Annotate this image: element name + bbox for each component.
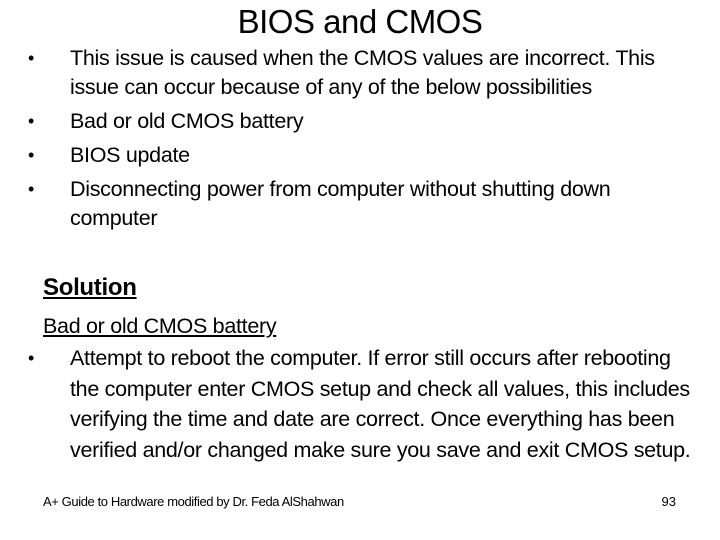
solution-heading: Solution <box>43 274 137 301</box>
page-number: 93 <box>661 494 676 509</box>
solution-subheading: Bad or old CMOS battery <box>43 314 277 338</box>
bullet-item: • Bad or old CMOS battery <box>24 107 684 136</box>
bullet-text: BIOS update <box>70 143 190 167</box>
bullet-item: • Disconnecting power from computer with… <box>24 175 684 233</box>
bullet-item: • BIOS update <box>24 141 684 170</box>
bullet-text: Disconnecting power from computer withou… <box>70 177 611 230</box>
bullet-item: • Attempt to reboot the computer. If err… <box>24 343 694 465</box>
solution-bullet-list: • Attempt to reboot the computer. If err… <box>24 343 694 465</box>
slide-footer: A+ Guide to Hardware modified by Dr. Fed… <box>43 494 344 509</box>
bullet-item: • This issue is caused when the CMOS val… <box>24 44 684 102</box>
bullet-text: Attempt to reboot the computer. If error… <box>70 346 691 462</box>
bullet-text: Bad or old CMOS battery <box>70 109 304 133</box>
bullet-dot-icon: • <box>28 348 35 368</box>
bullet-dot-icon: • <box>28 48 35 68</box>
bullet-text: This issue is caused when the CMOS value… <box>70 46 655 99</box>
slide-title: BIOS and CMOS <box>237 3 483 40</box>
bullet-dot-icon: • <box>28 111 35 131</box>
bullet-dot-icon: • <box>28 179 35 199</box>
bullet-dot-icon: • <box>28 145 35 165</box>
cause-bullet-list: • This issue is caused when the CMOS val… <box>24 44 684 238</box>
